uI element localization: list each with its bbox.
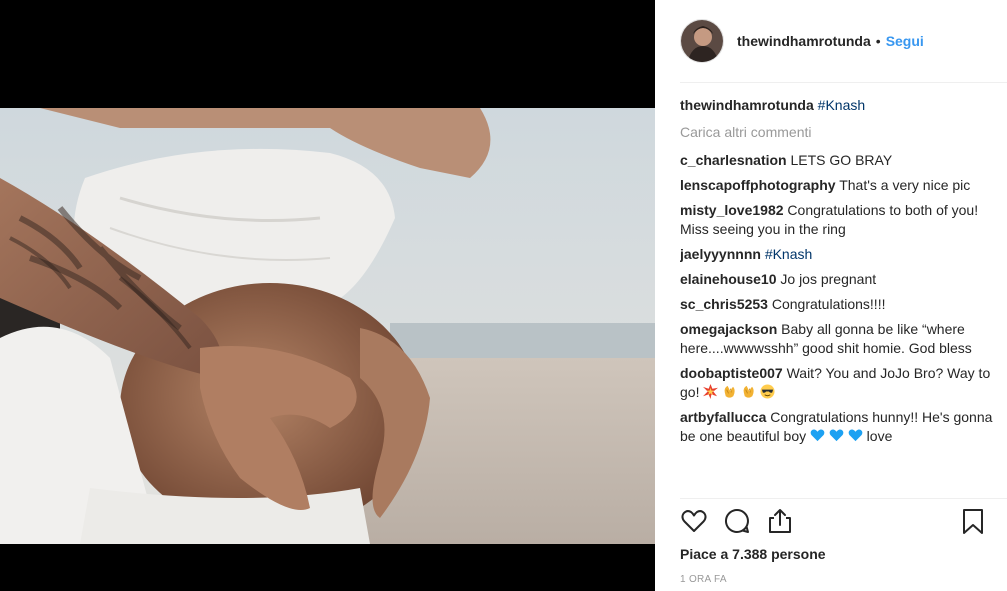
blue-heart-emoji-icon bbox=[829, 429, 844, 442]
comment-item: doobaptiste007 Wait? You and JoJo Bro? W… bbox=[680, 364, 993, 402]
comment-text: Jo jos pregnant bbox=[780, 271, 877, 287]
comment-username[interactable]: lenscapoffphotography bbox=[680, 177, 836, 193]
heart-icon bbox=[681, 510, 707, 532]
comment-username[interactable]: doobaptiste007 bbox=[680, 365, 783, 381]
comment-text: That's a very nice pic bbox=[839, 177, 971, 193]
avatar[interactable] bbox=[680, 19, 724, 63]
action-bar bbox=[680, 507, 989, 539]
comment-item: c_charlesnation LETS GO BRAY bbox=[680, 151, 993, 170]
sunglasses-emoji-icon bbox=[760, 384, 775, 399]
share-icon bbox=[769, 509, 791, 533]
header-divider bbox=[680, 82, 1007, 83]
comment-bubble-icon bbox=[725, 508, 749, 533]
comment-item: misty_love1982 Congratulations to both o… bbox=[680, 201, 993, 239]
comment-username[interactable]: c_charlesnation bbox=[680, 152, 787, 168]
comment-item: jaelyyynnnn #Knash bbox=[680, 245, 993, 264]
actions-divider bbox=[680, 498, 1007, 499]
comment-username[interactable]: elainehouse10 bbox=[680, 271, 777, 287]
comment-username[interactable]: sc_chris5253 bbox=[680, 296, 768, 312]
avatar-image bbox=[681, 20, 723, 62]
post-timestamp: 1 ORA FA bbox=[680, 574, 727, 585]
comment-item: lenscapoffphotography That's a very nice… bbox=[680, 176, 993, 195]
media-pane bbox=[0, 0, 655, 591]
comment-text-continued: love bbox=[866, 428, 893, 444]
follow-button[interactable]: Segui bbox=[886, 33, 924, 49]
likes-count[interactable]: Piace a 7.388 persone bbox=[680, 546, 826, 562]
blue-heart-emoji-icon bbox=[848, 429, 863, 442]
caption-hashtag[interactable]: #Knash bbox=[818, 97, 865, 113]
comments-list[interactable]: thewindhamrotunda #Knash Carica altri co… bbox=[680, 96, 993, 498]
save-button[interactable] bbox=[959, 507, 989, 537]
bookmark-icon bbox=[963, 509, 983, 534]
post-caption: thewindhamrotunda #Knash bbox=[680, 96, 993, 115]
comment-item: sc_chris5253 Congratulations!!!! bbox=[680, 295, 993, 314]
post-header: thewindhamrotunda • Segui bbox=[655, 0, 1007, 82]
post-side-panel: thewindhamrotunda • Segui thewindhamrotu… bbox=[655, 0, 1007, 591]
comment-username[interactable]: omegajackson bbox=[680, 321, 777, 337]
comment-button[interactable] bbox=[723, 507, 753, 537]
comment-item: artbyfallucca Congratulations hunny!! He… bbox=[680, 408, 993, 446]
comment-hashtag[interactable]: #Knash bbox=[765, 246, 812, 262]
post-photo[interactable] bbox=[0, 108, 655, 544]
caption-username[interactable]: thewindhamrotunda bbox=[680, 97, 814, 113]
load-more-comments-button[interactable]: Carica altri commenti bbox=[680, 123, 993, 142]
comment-username[interactable]: artbyfallucca bbox=[680, 409, 766, 425]
post-modal: thewindhamrotunda • Segui thewindhamrotu… bbox=[0, 0, 1007, 591]
comment-text: LETS GO BRAY bbox=[790, 152, 893, 168]
blue-heart-emoji-icon bbox=[810, 429, 825, 442]
comment-item: elainehouse10 Jo jos pregnant bbox=[680, 270, 993, 289]
header-separator: • bbox=[875, 33, 881, 49]
collision-emoji-icon bbox=[703, 384, 719, 399]
clapping-hands-emoji-icon bbox=[743, 385, 754, 398]
clapping-hands-emoji-icon bbox=[724, 385, 735, 398]
maternity-photo-image bbox=[0, 108, 655, 544]
comment-username[interactable]: jaelyyynnnn bbox=[680, 246, 761, 262]
comment-item: omegajackson Baby all gonna be like “whe… bbox=[680, 320, 993, 358]
comment-username[interactable]: misty_love1982 bbox=[680, 202, 784, 218]
header-username[interactable]: thewindhamrotunda bbox=[737, 33, 871, 49]
comment-text: Congratulations!!!! bbox=[771, 296, 886, 312]
share-button[interactable] bbox=[766, 507, 796, 537]
like-button[interactable] bbox=[680, 507, 710, 537]
